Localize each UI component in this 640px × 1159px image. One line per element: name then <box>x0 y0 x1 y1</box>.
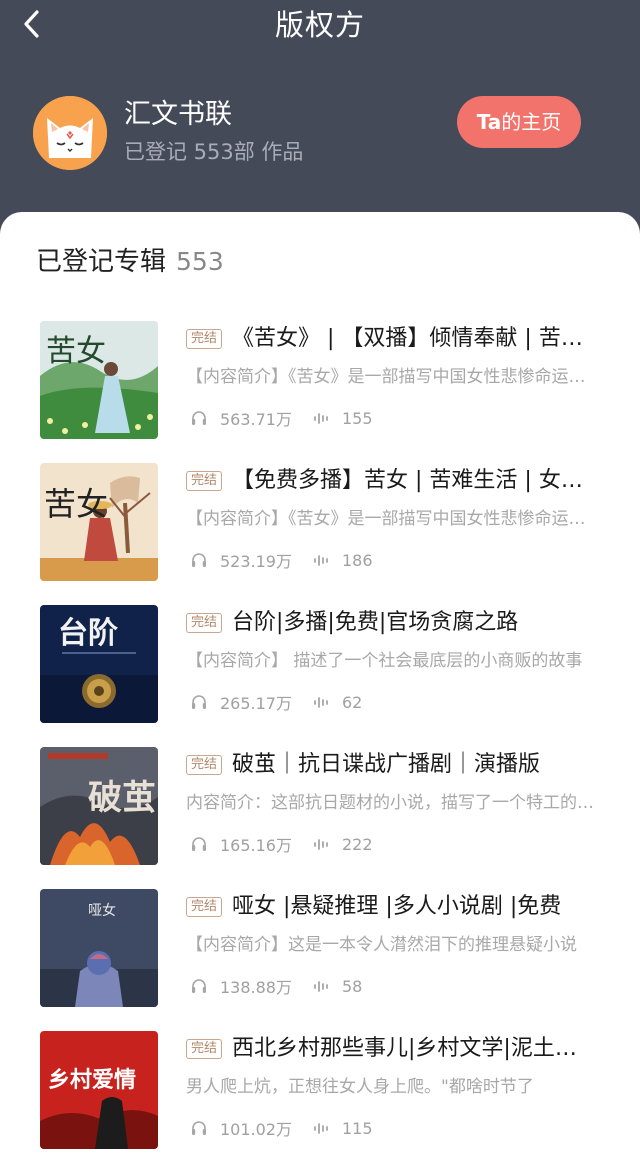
ta-homepage-button[interactable]: Ta的主页 <box>457 96 581 148</box>
cat-avatar-icon <box>33 96 107 170</box>
album-cover: 台阶 <box>40 605 158 723</box>
cover-title: 乡村爱情 <box>48 1067 136 1093</box>
album-item[interactable]: 苦女 完结 《苦女》 | 【双播】倾情奉献 | 苦难生活 【内容简介】《苦女》是一… <box>0 321 640 441</box>
audio-wave-icon <box>312 1119 330 1137</box>
album-item[interactable]: 哑女 完结 哑女 |悬疑推理 |多人小说剧 |免费 【内容简介】这是一本令人潸然泪… <box>0 889 640 1009</box>
headphones-icon <box>190 835 208 853</box>
album-title: 完结 台阶|多播|免费|官场贪腐之路 <box>186 605 596 641</box>
album-stats: 563.71万 155 <box>190 405 373 431</box>
audio-wave-icon <box>312 693 330 711</box>
track-count: 155 <box>342 408 373 428</box>
audio-wave-icon <box>312 409 330 427</box>
completed-badge: 完结 <box>186 897 223 917</box>
headphones-icon <box>190 551 208 569</box>
completed-badge: 完结 <box>186 329 223 349</box>
track-count: 62 <box>342 692 363 712</box>
cover-title: 破茧 <box>88 778 156 818</box>
cover-title: 苦女 <box>44 485 108 523</box>
track-count: 186 <box>342 550 373 570</box>
audio-wave-icon <box>312 977 330 995</box>
avatar[interactable] <box>33 96 107 170</box>
album-item[interactable]: 乡村爱情 完结 西北乡村那些事儿|乡村文学|泥土气息 男人爬上炕，正想往女人身上爬… <box>0 1031 640 1151</box>
owner-name: 汇文书联 <box>124 99 232 130</box>
album-item[interactable]: 苦女 完结 【免费多播】苦女 | 苦难生活 | 女性命运 【内容简介】《苦女》是一… <box>0 463 640 583</box>
album-title: 完结 【免费多播】苦女 | 苦难生活 | 女性命运 <box>186 463 596 499</box>
completed-badge: 完结 <box>186 613 223 633</box>
cover-title: 台阶 <box>58 616 118 651</box>
play-count: 138.88万 <box>220 978 292 997</box>
album-cover: 破茧 <box>40 747 158 865</box>
album-title-text: 哑女 |悬疑推理 |多人小说剧 |免费 <box>232 894 562 919</box>
audio-wave-icon <box>312 551 330 569</box>
track-count: 58 <box>342 976 363 996</box>
album-title: 完结 《苦女》 | 【双播】倾情奉献 | 苦难生活 <box>186 321 596 357</box>
album-title-text: 【免费多播】苦女 | 苦难生活 | 女性命运 <box>232 468 596 493</box>
cover-title: 哑女 <box>88 902 116 919</box>
header: 版权方 汇文书联 已登记 553部 作品 Ta的主页 <box>0 0 640 240</box>
section-count: 553 <box>176 247 224 276</box>
album-stats: 165.16万 222 <box>190 831 373 857</box>
album-description: 【内容简介】这是一本令人潸然泪下的推理悬疑小说 <box>186 935 577 955</box>
section-title: 已登记专辑 553 <box>36 244 224 280</box>
album-title: 完结 西北乡村那些事儿|乡村文学|泥土气息 <box>186 1031 596 1067</box>
headphones-icon <box>190 1119 208 1137</box>
albums-panel: 已登记专辑 553 苦女 完结 《苦女》 | 【双播】倾情奉献 | 苦难生活 【内容… <box>0 212 640 1159</box>
album-stats: 101.02万 115 <box>190 1115 373 1141</box>
play-count: 265.17万 <box>220 694 292 713</box>
album-stats: 265.17万 62 <box>190 689 362 715</box>
album-title-text: 西北乡村那些事儿|乡村文学|泥土气息 <box>232 1036 596 1061</box>
audio-wave-icon <box>312 835 330 853</box>
cover-title: 苦女 <box>46 334 106 369</box>
completed-badge: 完结 <box>186 471 223 491</box>
album-cover: 哑女 <box>40 889 158 1007</box>
album-description: 【内容简介】《苦女》是一部描写中国女性悲惨命运的小说 <box>186 509 596 529</box>
album-description: 内容简介：这部抗日题材的小说，描写了一个特工的故事 <box>186 793 596 813</box>
album-title: 完结 哑女 |悬疑推理 |多人小说剧 |免费 <box>186 889 596 925</box>
play-count: 523.19万 <box>220 552 292 571</box>
page-title: 版权方 <box>274 8 365 42</box>
album-cover: 苦女 <box>40 463 158 581</box>
track-count: 222 <box>342 834 373 854</box>
album-description: 男人爬上炕，正想往女人身上爬。"都啥时节了 <box>186 1077 534 1097</box>
completed-badge: 完结 <box>186 755 223 775</box>
album-item[interactable]: 台阶 完结 台阶|多播|免费|官场贪腐之路 【内容简介】 描述了一个社会最底层的小… <box>0 605 640 725</box>
headphones-icon <box>190 977 208 995</box>
album-item[interactable]: 破茧 完结 破茧｜抗日谍战广播剧｜演播版 内容简介：这部抗日题材的小说，描写了一个… <box>0 747 640 867</box>
play-count: 563.71万 <box>220 410 292 429</box>
headphones-icon <box>190 693 208 711</box>
album-title-text: 《苦女》 | 【双播】倾情奉献 | 苦难生活 <box>232 326 596 351</box>
album-stats: 523.19万 186 <box>190 547 373 573</box>
home-button-label: 的主页 <box>501 110 562 134</box>
home-button-bold-label: Ta <box>476 110 502 134</box>
play-count: 165.16万 <box>220 836 292 855</box>
play-count: 101.02万 <box>220 1120 292 1139</box>
track-count: 115 <box>342 1118 373 1138</box>
album-title-text: 台阶|多播|免费|官场贪腐之路 <box>232 610 519 635</box>
completed-badge: 完结 <box>186 1039 223 1059</box>
album-cover: 苦女 <box>40 321 158 439</box>
album-description: 【内容简介】《苦女》是一部描写中国女性悲惨命运的小说 <box>186 367 596 387</box>
section-title-label: 已登记专辑 <box>36 247 167 277</box>
owner-registered-count: 已登记 553部 作品 <box>124 140 304 164</box>
album-cover: 乡村爱情 <box>40 1031 158 1149</box>
album-title-text: 破茧｜抗日谍战广播剧｜演播版 <box>232 752 541 777</box>
album-description: 【内容简介】 描述了一个社会最底层的小商贩的故事 <box>186 651 583 671</box>
album-title: 完结 破茧｜抗日谍战广播剧｜演播版 <box>186 747 596 783</box>
album-stats: 138.88万 58 <box>190 973 362 999</box>
headphones-icon <box>190 409 208 427</box>
